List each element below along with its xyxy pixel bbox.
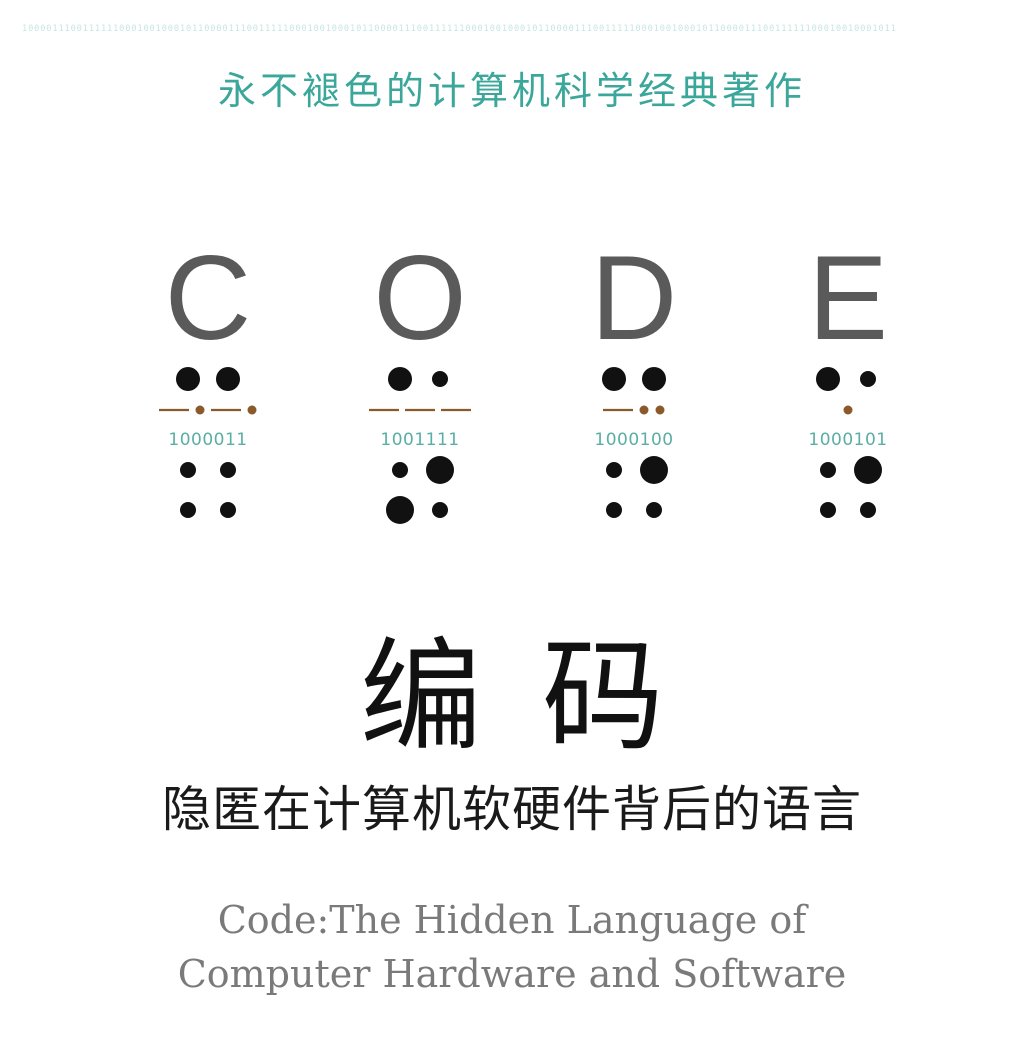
book-title-en-line1: Code:The Hidden Language of xyxy=(217,898,807,942)
braille-dot-dot xyxy=(180,502,196,518)
morse-dot xyxy=(639,405,649,415)
braille-dot-dot xyxy=(606,502,622,518)
braille-dot-dot xyxy=(220,462,236,478)
braille-dot-dot xyxy=(606,462,622,478)
braille-dot-big xyxy=(816,367,840,391)
braille-dot-dot xyxy=(646,502,662,518)
morse-dot xyxy=(195,405,205,415)
braille-dot-dot xyxy=(820,502,836,518)
braille-dot-dot xyxy=(820,462,836,478)
braille-dot-dot xyxy=(860,502,876,518)
braille-dot-big xyxy=(854,456,882,484)
morse-dot xyxy=(247,405,257,415)
braille-dot-big xyxy=(388,367,412,391)
braille-dot-big xyxy=(176,367,200,391)
book-subtitle-cn: 隐匿在计算机软硬件背后的语言 xyxy=(161,781,862,838)
letter-glyph: E xyxy=(807,231,889,365)
braille-dot-dot xyxy=(432,502,448,518)
morse-dot xyxy=(843,405,853,415)
binary-code: 1000100 xyxy=(594,430,674,450)
book-title-en: Code:The Hidden Language of Computer Har… xyxy=(0,893,1024,1001)
braille-dot-big xyxy=(642,367,666,391)
braille-dot-big xyxy=(426,456,454,484)
braille-dot-dot xyxy=(392,462,408,478)
braille-dot-dot xyxy=(180,462,196,478)
braille-dot-dot xyxy=(220,502,236,518)
letter-glyph: O xyxy=(373,231,467,365)
letter-glyph: D xyxy=(590,231,678,365)
braille-dot-big xyxy=(602,367,626,391)
braille-dot-dot xyxy=(432,371,448,387)
morse-dot xyxy=(655,405,665,415)
braille-dot-big xyxy=(216,367,240,391)
letter-glyph: C xyxy=(164,231,252,365)
binary-code: 1000011 xyxy=(168,430,248,450)
book-title-en-line2: Computer Hardware and Software xyxy=(177,952,847,996)
braille-dot-dot xyxy=(860,371,876,387)
braille-dot-big xyxy=(386,496,414,524)
binary-code: 1000101 xyxy=(808,430,888,450)
code-letters-row: C 1000011 O 1001111 D 1000100 E 1000101 xyxy=(0,0,1024,560)
book-title-cn: 编码 xyxy=(360,626,724,768)
braille-dot-big xyxy=(640,456,668,484)
binary-code: 1001111 xyxy=(380,430,460,450)
